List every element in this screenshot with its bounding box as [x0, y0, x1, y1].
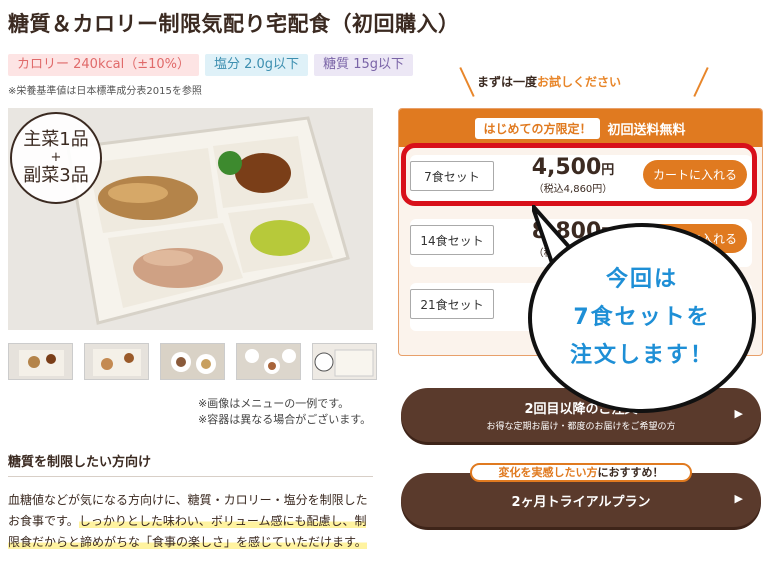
trial-plan-title: 2ヶ月トライアルプラン	[511, 495, 651, 510]
selection-highlight-frame	[401, 143, 757, 206]
subscription-sub: お得な定期お届け・都度のお届けをご希望の方	[486, 422, 676, 432]
badge-main-dish: 主菜1品	[23, 129, 89, 150]
thumbnail-1[interactable]	[8, 343, 73, 380]
arrow-right-icon: ▶	[734, 492, 743, 505]
decor-slash-left	[459, 67, 475, 97]
nutrition-tags: カロリー 240kcal（±10%） 塩分 2.0g以下 糖質 15g以下	[8, 54, 413, 76]
section-divider	[8, 476, 373, 477]
subscription-title: 2回目以降のご注文	[524, 402, 638, 417]
bubble-line-3: 注文します！	[569, 343, 714, 368]
speech-bubble: 今回は 7食セットを 注文します！	[528, 223, 756, 413]
dish-count-badge: 主菜1品 + 副菜3品	[10, 112, 102, 204]
image-caption: ※画像はメニューの一例です。 ※容器は異なる場合がございます。	[198, 396, 371, 428]
thumbnail-3[interactable]	[160, 343, 225, 380]
set-14-button[interactable]: 14食セット	[410, 225, 494, 255]
set-21-button[interactable]: 21食セット	[410, 289, 494, 319]
product-description: 血糖値などが気になる方向けに、糖質・カロリー・塩分を制限したお食事です。しっかり…	[8, 490, 376, 553]
trial-accent: お試しください	[537, 75, 622, 89]
recommend-rest: におすすめ！	[597, 466, 664, 479]
caption-line-2: ※容器は異なる場合がございます。	[198, 413, 372, 426]
badge-side-dish: 副菜3品	[23, 165, 89, 186]
trial-prefix: まずは一度	[477, 75, 538, 89]
nutrition-note: ※栄養基準値は日本標準成分表2015を参照	[8, 86, 202, 97]
salt-tag: 塩分 2.0g以下	[205, 54, 309, 76]
thumbnail-2[interactable]	[84, 343, 149, 380]
first-time-label: はじめての方限定！	[475, 117, 600, 139]
bubble-line-1: 今回は	[605, 267, 678, 292]
bubble-line-2: 7食セットを	[573, 305, 711, 330]
caption-line-1: ※画像はメニューの一例です。	[198, 397, 350, 410]
section-title: 糖質を制限したい方向け	[8, 455, 152, 470]
thumbnail-5[interactable]	[312, 343, 377, 380]
decor-slash-right	[693, 67, 709, 97]
sugar-tag: 糖質 15g以下	[314, 54, 413, 76]
page-title: 糖質＆カロリー制限気配り宅配食（初回購入）	[8, 12, 460, 36]
thumbnail-strip	[8, 343, 377, 380]
calorie-tag: カロリー 240kcal（±10%）	[8, 54, 199, 76]
free-shipping-label: 初回送料無料	[607, 122, 686, 138]
trial-heading: まずは一度お試しください	[477, 73, 621, 90]
panel-header: はじめての方限定！ 初回送料無料	[399, 109, 762, 147]
thumbnail-4[interactable]	[236, 343, 301, 380]
recommend-accent: 変化を実感したい方	[498, 466, 598, 479]
arrow-right-icon: ▶	[734, 407, 743, 420]
recommend-label: 変化を実感したい方におすすめ！	[470, 463, 692, 482]
